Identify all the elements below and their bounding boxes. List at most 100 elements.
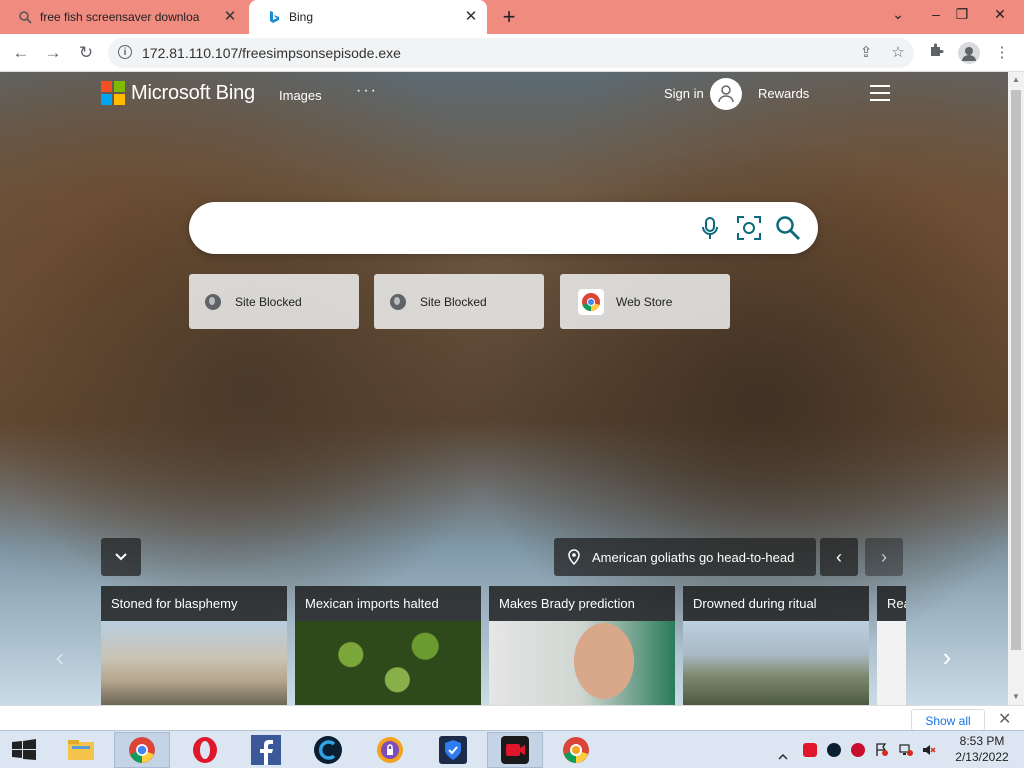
downloads-bar: Show all ✕	[0, 705, 1024, 732]
nav-more-ellipsis-icon[interactable]: ···	[356, 82, 378, 100]
image-caption-text: American goliaths go head-to-head	[592, 549, 795, 565]
site-info-icon[interactable]: i	[118, 45, 132, 59]
tab-title: Bing	[289, 10, 314, 24]
volume-muted-icon[interactable]	[922, 743, 936, 757]
network-icon[interactable]	[899, 743, 913, 757]
image-caption[interactable]: American goliaths go head-to-head	[554, 538, 816, 576]
reload-icon[interactable]: ↻	[74, 41, 98, 65]
quick-link-tile[interactable]: Web Store	[560, 274, 730, 329]
microsoft-bing-logo[interactable]: Microsoft Bing	[101, 81, 255, 105]
globe-icon	[205, 293, 221, 310]
windows-start-icon[interactable]	[0, 732, 48, 768]
windows-taskbar: 8:53 PM 2/13/2022	[0, 730, 1024, 768]
news-title: Mexican imports halted	[295, 586, 481, 621]
sign-in-link[interactable]: Sign in	[664, 86, 704, 101]
rewards-link[interactable]: Rewards	[758, 86, 809, 101]
quick-link-label: Web Store	[616, 294, 673, 309]
ccleaner-icon[interactable]	[300, 732, 356, 768]
show-hidden-icons-chevron-icon[interactable]	[778, 747, 788, 760]
opera-icon[interactable]	[177, 732, 233, 768]
microphone-icon[interactable]	[697, 215, 723, 241]
tab-strip: free fish screensaver downloa ✕ Bing ✕ +…	[0, 0, 1024, 34]
hamburger-menu-icon[interactable]	[870, 85, 890, 101]
news-thumbnail	[101, 621, 287, 705]
browser-menu-kebab-icon[interactable]: ⋮	[991, 42, 1013, 64]
shield-icon[interactable]	[425, 732, 481, 768]
extensions-puzzle-icon[interactable]	[926, 42, 948, 64]
chrome-taskbar-icon[interactable]	[114, 732, 170, 768]
nav-images-link[interactable]: Images	[279, 88, 322, 103]
quick-link-label: Site Blocked	[235, 294, 302, 309]
restore-icon[interactable]: ❐	[946, 0, 978, 30]
bing-favicon-icon	[267, 10, 281, 24]
globe-icon	[390, 293, 406, 310]
scrollbar-thumb[interactable]	[1011, 90, 1021, 650]
scroll-up-arrow-icon[interactable]: ▲	[1008, 72, 1024, 88]
news-title: Rea	[877, 586, 906, 621]
tab-close-icon[interactable]: ✕	[222, 9, 238, 25]
quick-link-tile[interactable]: Site Blocked	[374, 274, 544, 329]
news-title: Drowned during ritual	[683, 586, 869, 621]
close-downloads-icon[interactable]: ✕	[998, 709, 1011, 729]
news-title: Makes Brady prediction	[489, 586, 675, 621]
bing-homepage: Microsoft Bing Images ··· Sign in Reward…	[0, 72, 1008, 705]
file-explorer-icon[interactable]	[53, 732, 109, 768]
search-box	[189, 202, 818, 254]
clock-time: 8:53 PM	[959, 734, 1005, 748]
bookmark-star-icon[interactable]: ☆	[888, 43, 908, 63]
news-card[interactable]: Makes Brady prediction	[489, 586, 675, 705]
tab-close-icon[interactable]: ✕	[463, 9, 479, 25]
search-input[interactable]	[205, 214, 689, 244]
user-avatar-icon[interactable]	[710, 78, 742, 110]
profile-avatar-icon[interactable]	[958, 42, 980, 64]
news-thumbnail	[489, 621, 675, 705]
visual-search-camera-icon[interactable]	[736, 215, 762, 241]
news-card[interactable]: Stoned for blasphemy	[101, 586, 287, 705]
clock-date: 2/13/2022	[955, 750, 1009, 764]
news-card[interactable]: Mexican imports halted	[295, 586, 481, 705]
news-title: Stoned for blasphemy	[101, 586, 287, 621]
screen-recorder-icon[interactable]	[487, 732, 543, 768]
previous-image-chevron-icon[interactable]: ‹	[820, 538, 858, 576]
facebook-icon[interactable]	[238, 732, 294, 768]
action-center-flag-icon[interactable]	[875, 743, 889, 757]
antivirus-tray-icon[interactable]	[851, 743, 865, 757]
news-next-chevron-icon[interactable]: ›	[935, 642, 959, 672]
quick-link-tile[interactable]: Site Blocked	[189, 274, 359, 329]
news-thumbnail	[295, 621, 481, 705]
next-image-chevron-icon[interactable]: ›	[865, 538, 903, 576]
tab-fish-screensaver[interactable]: free fish screensaver downloa ✕	[0, 0, 246, 34]
search-favicon-icon	[18, 10, 32, 24]
close-window-icon[interactable]: ✕	[984, 0, 1016, 30]
news-prev-chevron-icon[interactable]: ‹	[48, 642, 72, 672]
news-card[interactable]: Drowned during ritual	[683, 586, 869, 705]
vpn-icon[interactable]	[362, 732, 418, 768]
forward-arrow-icon[interactable]: →	[41, 41, 65, 65]
ccleaner-tray-icon[interactable]	[827, 743, 841, 757]
browser-toolbar: ← → ↻ i 172.81.110.107/freesimpsonsepiso…	[0, 34, 1024, 72]
address-bar[interactable]: i 172.81.110.107/freesimpsonsepisode.exe…	[108, 38, 914, 68]
recorder-tray-icon[interactable]	[803, 743, 817, 757]
scroll-down-arrow-icon[interactable]: ▼	[1008, 689, 1024, 705]
page-scrollbar[interactable]: ▲ ▼	[1008, 72, 1024, 705]
brand-name: Microsoft Bing	[131, 81, 255, 104]
news-thumbnail	[683, 621, 869, 705]
quick-link-label: Site Blocked	[420, 294, 487, 309]
news-thumbnail	[877, 621, 906, 705]
location-pin-icon	[568, 549, 580, 565]
chrome-vpn-icon[interactable]	[548, 732, 604, 768]
new-tab-button[interactable]: +	[497, 6, 521, 28]
microsoft-logo-icon	[101, 81, 125, 105]
tab-search-chevron-down-icon[interactable]: ⌄	[882, 0, 914, 30]
tab-title: free fish screensaver downloa	[40, 10, 200, 24]
chrome-icon	[578, 288, 604, 315]
news-card[interactable]: Rea	[877, 586, 906, 705]
system-clock[interactable]: 8:53 PM 2/13/2022	[952, 733, 1012, 765]
tab-bing[interactable]: Bing ✕	[249, 0, 487, 34]
back-arrow-icon[interactable]: ←	[9, 41, 33, 65]
search-icon[interactable]	[775, 215, 801, 241]
show-all-button[interactable]: Show all	[911, 709, 985, 731]
address-url[interactable]: 172.81.110.107/freesimpsonsepisode.exe	[142, 45, 401, 61]
collapse-feed-chevron-icon[interactable]	[101, 538, 141, 576]
share-icon[interactable]: ⇪	[856, 43, 876, 63]
